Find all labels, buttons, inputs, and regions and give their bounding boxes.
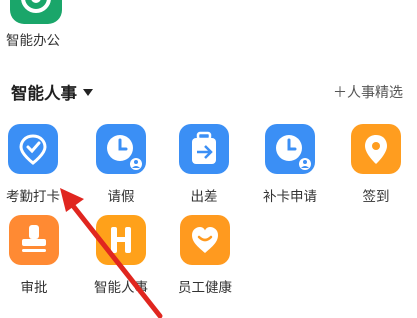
caret-down-icon [83, 88, 93, 96]
app-label: 签到 [362, 189, 390, 205]
stamp-icon [9, 215, 59, 265]
app-label: 审批 [20, 280, 48, 296]
app-sign-in[interactable]: 签到 [336, 124, 416, 205]
h-badge-icon [96, 215, 146, 265]
location-pin-icon [351, 124, 401, 174]
clock-icon [96, 124, 146, 174]
app-business-trip[interactable]: 出差 [164, 124, 244, 205]
clock-icon [265, 124, 315, 174]
section-dropdown[interactable]: 智能人事 [11, 80, 93, 104]
app-smart-hr[interactable]: 智能人事 [81, 215, 161, 296]
app-approval[interactable]: 审批 [0, 215, 74, 296]
app-label: 请假 [107, 189, 135, 205]
app-label: 补卡申请 [263, 189, 317, 205]
suitcase-plane-icon [179, 124, 229, 174]
app-label: 出差 [190, 189, 218, 205]
app-leave[interactable]: 请假 [81, 124, 161, 205]
app-employee-health[interactable]: 员工健康 [165, 215, 245, 296]
app-label: 智能人事 [94, 280, 148, 296]
smart-office-label: 智能办公 [6, 33, 60, 49]
app-label: 员工健康 [178, 280, 232, 296]
app-clock-correction[interactable]: 补卡申请 [250, 124, 330, 205]
heart-icon [180, 215, 230, 265]
smart-office-icon [10, 0, 62, 24]
app-label: 考勤打卡 [6, 189, 60, 205]
app-attendance[interactable]: 考勤打卡 [0, 124, 73, 205]
section-title: 智能人事 [11, 84, 77, 103]
hr-select-link[interactable]: ＋人事精选 [333, 82, 403, 102]
location-check-icon [8, 124, 58, 174]
